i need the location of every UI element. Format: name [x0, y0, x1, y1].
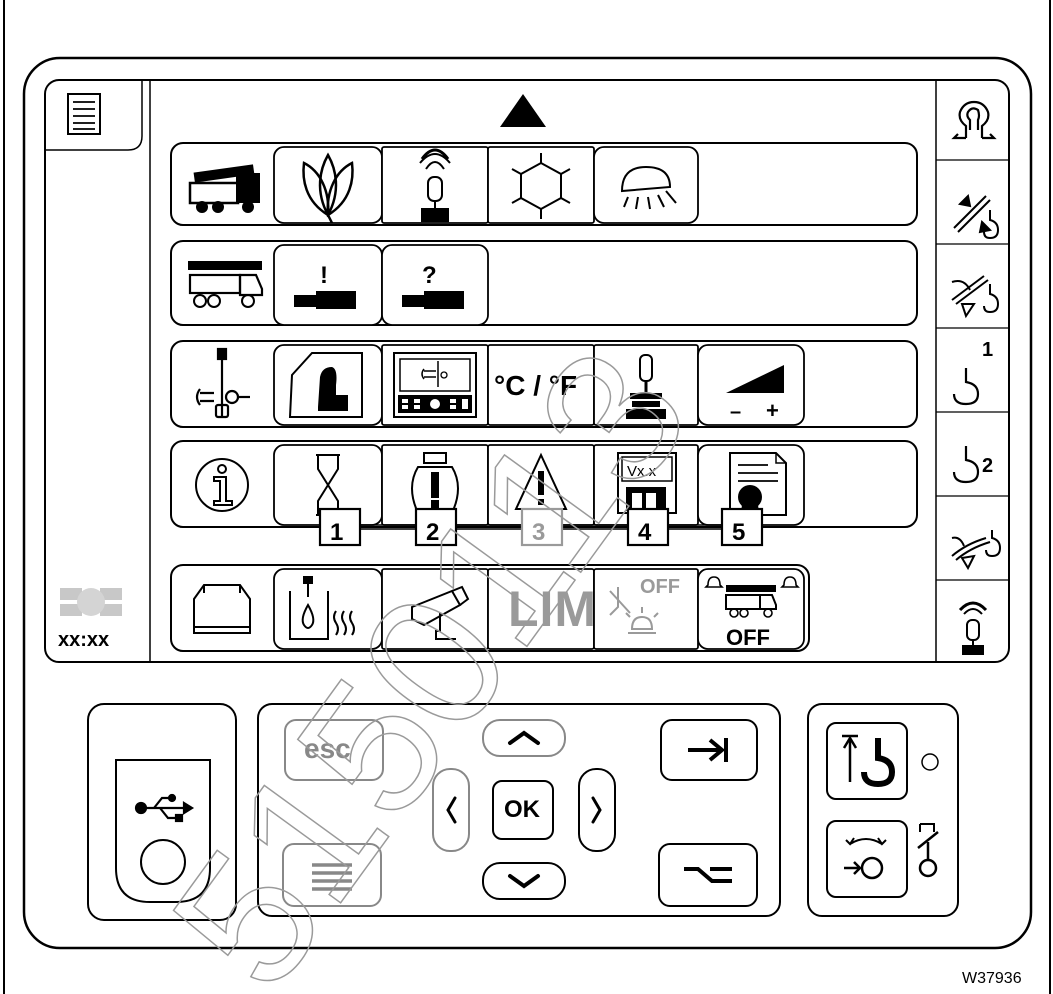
esc-button[interactable]: esc: [284, 719, 384, 781]
nav-down-button[interactable]: [482, 862, 566, 900]
nav-right-button[interactable]: [578, 768, 616, 852]
hook-raise-button[interactable]: [826, 722, 908, 800]
ok-label: OK: [504, 796, 540, 823]
nav-left-button[interactable]: [432, 768, 470, 852]
menu-button[interactable]: [282, 843, 382, 907]
nav-up-button[interactable]: [482, 719, 566, 757]
figure-id: W37936: [962, 970, 1022, 987]
indicator-led-icon: [921, 753, 939, 771]
hook-raise-icon: [842, 734, 896, 788]
chevron-left-icon: [446, 796, 457, 824]
ok-button[interactable]: OK: [492, 780, 554, 840]
menu-lines-icon: [312, 863, 352, 891]
slew-release-icon: [844, 837, 887, 880]
key-switch-icon: [917, 823, 939, 878]
slew-release-button[interactable]: [826, 820, 908, 898]
chevron-up-icon: [508, 730, 540, 745]
chevron-right-icon: [591, 796, 602, 824]
alt-switch-icon: [684, 867, 732, 883]
tab-arrow-icon: [688, 738, 728, 762]
chevron-down-icon: [508, 874, 540, 889]
tab-button[interactable]: [660, 719, 758, 781]
alt-switch-button[interactable]: [658, 843, 758, 907]
esc-label: esc: [304, 733, 351, 764]
